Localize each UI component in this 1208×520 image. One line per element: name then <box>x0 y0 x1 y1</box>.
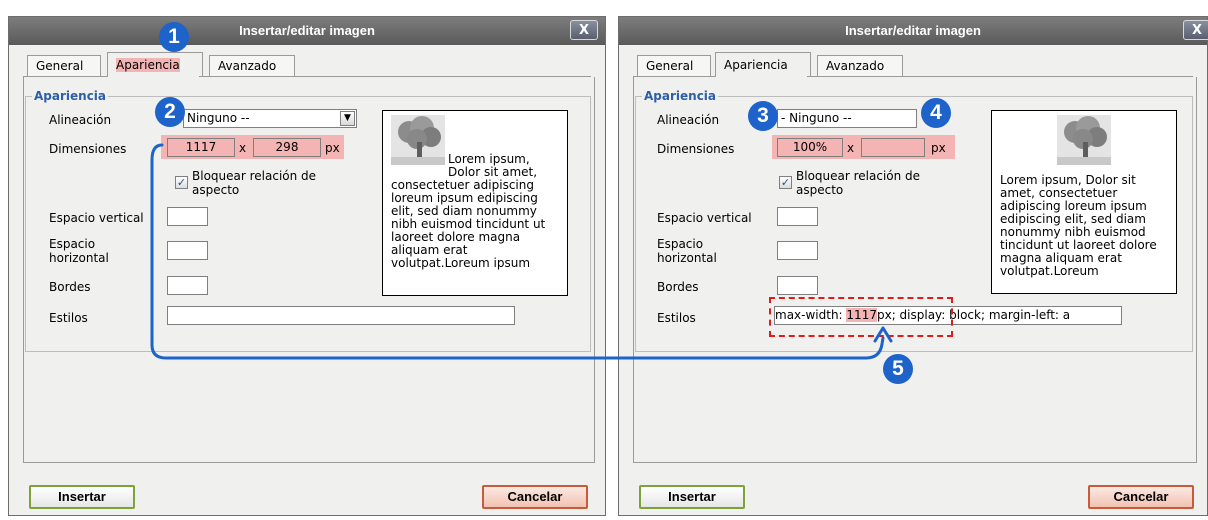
step-badge-3: 3 <box>748 101 778 131</box>
step-badge-5: 5 <box>883 354 913 384</box>
connector-arrow <box>150 143 885 360</box>
step-badge-2: 2 <box>155 97 185 127</box>
step-badge-1: 1 <box>159 22 189 52</box>
step-badge-4: 4 <box>921 98 951 128</box>
arrow-overlay <box>150 143 893 360</box>
